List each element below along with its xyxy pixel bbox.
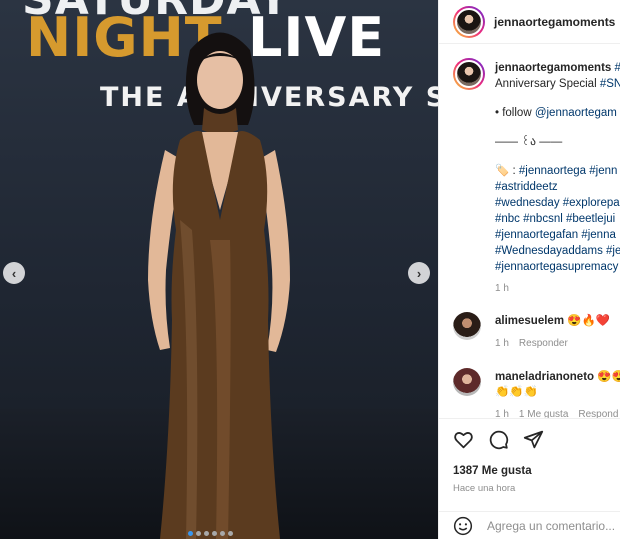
comment-icon[interactable]: [488, 429, 509, 450]
comment-username[interactable]: maneladrianoneto: [495, 371, 594, 383]
caption-divider: —— ꒰ა ——: [495, 136, 563, 148]
comment-text: 😍😍: [597, 371, 620, 383]
avatar-image: [455, 60, 483, 88]
hashtag-line[interactable]: #jennaortega #jenn: [519, 165, 617, 177]
caption-avatar[interactable]: [453, 58, 485, 90]
post-image[interactable]: SATURDAY NIGHT LIVE THE ANNIVERSARY S ‹ …: [0, 0, 438, 539]
chevron-left-icon: ‹: [11, 265, 17, 281]
carousel-dot: [228, 531, 233, 536]
previous-image-button[interactable]: ‹: [3, 262, 25, 284]
hashtag-line[interactable]: #nbc #nbcsnl #beetlejui: [495, 211, 620, 227]
carousel-dot: [212, 531, 217, 536]
caption-time: 1 h: [495, 283, 509, 294]
carousel-dot: [204, 531, 209, 536]
caption-hashtag[interactable]: #: [611, 62, 620, 74]
caption-text: jennaortegamoments # Anniversary Special…: [495, 60, 620, 297]
share-icon[interactable]: [523, 429, 544, 450]
post-actions: 1387 Me gusta Hace una hora: [439, 418, 620, 538]
avatar-image: [455, 7, 483, 36]
person-figure: [148, 32, 290, 539]
carousel-dot: [220, 531, 225, 536]
hashtag-line[interactable]: #astriddeetz: [495, 179, 620, 195]
reply-button[interactable]: Responder: [519, 338, 568, 349]
comment-avatar[interactable]: [453, 368, 481, 396]
carousel-dot: [196, 531, 201, 536]
comment-input[interactable]: [487, 516, 620, 536]
post-side-panel: jennaortegamoments jennaortegamoments # …: [438, 0, 620, 539]
add-comment-bar: [439, 511, 620, 539]
caption-username[interactable]: jennaortegamoments: [495, 62, 611, 74]
emoji-icon[interactable]: [453, 516, 473, 536]
next-image-button[interactable]: ›: [408, 262, 430, 284]
post-time: Hace una hora: [453, 483, 516, 494]
chevron-right-icon: ›: [416, 265, 422, 281]
comment-username[interactable]: alimesuelem: [495, 315, 564, 327]
hashtag-line[interactable]: #Wednesdayaddams #je: [495, 243, 620, 259]
follow-prefix: • follow: [495, 107, 535, 119]
header-username[interactable]: jennaortegamoments: [494, 15, 615, 29]
comment-time: 1 h: [495, 338, 509, 349]
comment-avatar[interactable]: [453, 312, 481, 340]
follow-handle-link[interactable]: @jennaortegam: [535, 107, 617, 119]
carousel-dot: [188, 531, 193, 536]
carousel-indicator: [188, 531, 233, 536]
comment-text-line2: 👏👏👏: [495, 386, 538, 398]
hashtag-line[interactable]: #jennaortegasupremacy: [495, 259, 620, 275]
hashtag-line[interactable]: #wednesday #explorepa: [495, 195, 620, 211]
likes-count[interactable]: 1387 Me gusta: [453, 465, 532, 477]
heart-icon[interactable]: [453, 429, 474, 450]
avatar[interactable]: [453, 5, 485, 38]
tags-prefix: 🏷️ :: [495, 165, 519, 177]
post-header: jennaortegamoments: [439, 0, 620, 44]
caption-line2: Anniversary Special: [495, 78, 600, 90]
comment-text: 😍🔥❤️: [564, 315, 611, 327]
caption-hashtag[interactable]: #SN: [600, 78, 620, 90]
hashtag-line[interactable]: #jennaortegafan #jenna: [495, 227, 620, 243]
